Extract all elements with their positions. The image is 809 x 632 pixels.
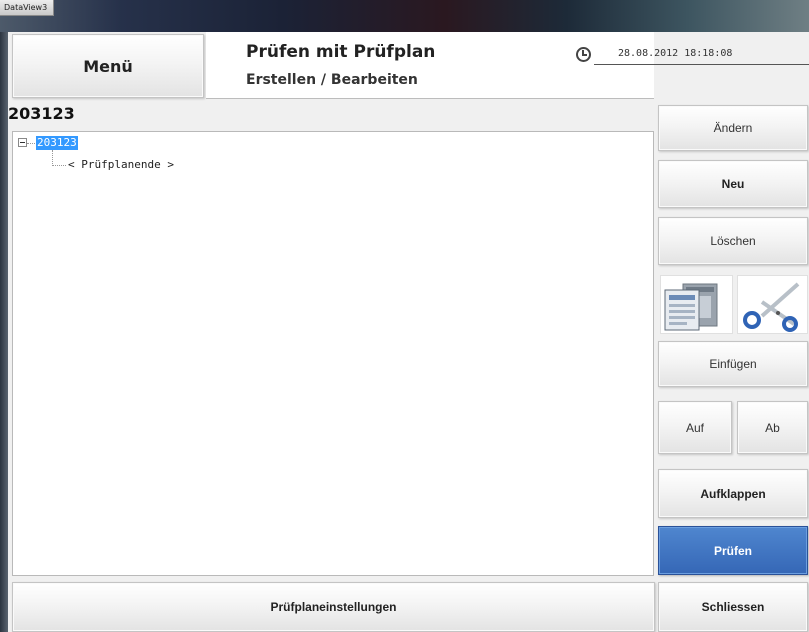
- page-header: Prüfen mit Prüfplan Erstellen / Bearbeit…: [206, 32, 654, 99]
- plan-title: 203123: [8, 104, 75, 123]
- tree-node-plan-end[interactable]: < Prüfplanende >: [68, 158, 174, 172]
- aufklappen-button[interactable]: Aufklappen: [658, 469, 808, 518]
- window-frame: [0, 32, 8, 632]
- einfuegen-button[interactable]: Einfügen: [658, 341, 808, 387]
- scissors-icon: [743, 282, 800, 332]
- tree-node-root[interactable]: 203123: [36, 136, 78, 150]
- copy-button[interactable]: [660, 275, 733, 334]
- copy-icon: [664, 283, 718, 331]
- datetime-display: 28.08.2012 18:18:08: [618, 48, 733, 59]
- menu-button[interactable]: Menü: [12, 34, 204, 98]
- datetime-underline: [594, 64, 809, 65]
- tree-connector: [52, 150, 53, 166]
- window-title-bar: DataView3: [0, 0, 809, 32]
- pruefplaneinstellungen-button[interactable]: Prüfplaneinstellungen: [12, 582, 655, 632]
- cut-button[interactable]: [737, 275, 808, 334]
- loeschen-button[interactable]: Löschen: [658, 217, 808, 265]
- auf-button[interactable]: Auf: [658, 401, 732, 454]
- page-subtitle: Erstellen / Bearbeiten: [246, 72, 418, 88]
- plan-tree[interactable]: 203123 < Prüfplanende >: [12, 131, 654, 576]
- schliessen-button[interactable]: Schliessen: [658, 582, 808, 632]
- neu-button[interactable]: Neu: [658, 160, 808, 208]
- page-title: Prüfen mit Prüfplan: [246, 42, 436, 62]
- collapse-icon[interactable]: [18, 138, 27, 147]
- clock-icon: [576, 47, 591, 62]
- window-title: DataView3: [0, 0, 55, 16]
- ab-button[interactable]: Ab: [737, 401, 808, 454]
- pruefen-button[interactable]: Prüfen: [658, 526, 808, 575]
- tree-connector: [53, 165, 66, 166]
- aendern-button[interactable]: Ändern: [658, 105, 808, 151]
- tree-connector: [27, 143, 35, 144]
